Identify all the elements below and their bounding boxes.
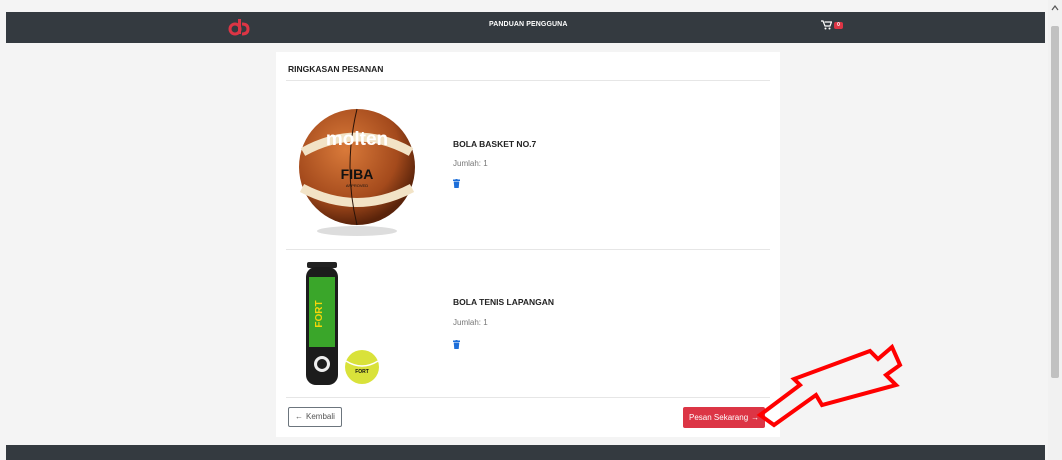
product-quantity: Jumlah: 1 [453, 318, 488, 327]
footer-bar [6, 445, 1045, 460]
svg-text:FORT: FORT [355, 369, 369, 375]
divider [286, 249, 770, 250]
back-button-label: Kembali [306, 412, 335, 421]
scrollbar-thumb[interactable] [1051, 26, 1059, 378]
product-name: BOLA BASKET NO.7 [453, 139, 537, 149]
divider [286, 397, 770, 398]
scrollbar[interactable] [1048, 0, 1062, 460]
order-summary-card: RINGKASAN PESANAN molten FIBA APPROVED B… [276, 52, 780, 437]
trash-icon[interactable] [453, 340, 460, 349]
svg-text:APPROVED: APPROVED [346, 183, 368, 188]
scroll-up-arrow-icon[interactable] [1051, 5, 1059, 11]
basketball-image: molten FIBA APPROVED [299, 108, 415, 236]
svg-text:FIBA: FIBA [341, 166, 374, 182]
product-name: BOLA TENIS LAPANGAN [453, 297, 555, 307]
card-title: RINGKASAN PESANAN [288, 64, 384, 74]
arrow-left-icon: ← [295, 412, 303, 421]
logo-icon[interactable] [228, 17, 250, 37]
cart-count-badge: 0 [834, 21, 843, 29]
cart-icon [821, 20, 832, 30]
svg-text:molten: molten [326, 129, 388, 150]
svg-text:FORT: FORT [314, 300, 325, 327]
back-button[interactable]: ← Kembali [288, 407, 342, 427]
cart-button[interactable]: 0 [821, 20, 843, 30]
product-quantity: Jumlah: 1 [453, 159, 488, 168]
nav-link-user-guide[interactable]: PANDUAN PENGGUNA [489, 21, 567, 28]
trash-icon[interactable] [453, 179, 460, 188]
annotation-arrow [756, 343, 903, 428]
tennis-ball-can-image: FORT FORT [306, 262, 379, 385]
top-navbar: PANDUAN PENGGUNA 0 [6, 12, 1045, 43]
divider [286, 80, 770, 81]
